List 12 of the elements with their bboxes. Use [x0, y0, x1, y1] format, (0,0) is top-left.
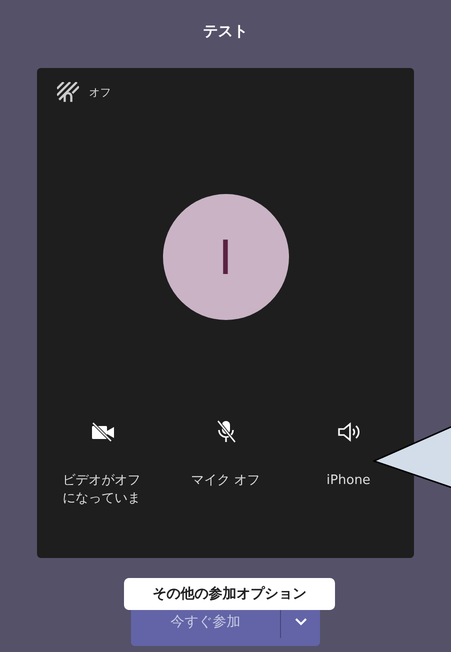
control-label: iPhone — [326, 472, 370, 490]
background-effects-icon[interactable] — [57, 82, 79, 102]
meeting-title: テスト — [203, 22, 248, 42]
control-label: マイク オフ — [190, 472, 260, 490]
background-effects-label: オフ — [89, 84, 111, 100]
speaker-icon[interactable] — [336, 420, 360, 444]
avatar: I — [162, 194, 288, 320]
chevron-down-icon — [294, 618, 306, 626]
control-label: ビデオがオフになっていま — [62, 472, 142, 508]
camera-off-icon[interactable] — [90, 420, 114, 444]
microphone-off-icon[interactable] — [216, 420, 236, 444]
tooltip: その他の参加オプション — [124, 578, 335, 610]
